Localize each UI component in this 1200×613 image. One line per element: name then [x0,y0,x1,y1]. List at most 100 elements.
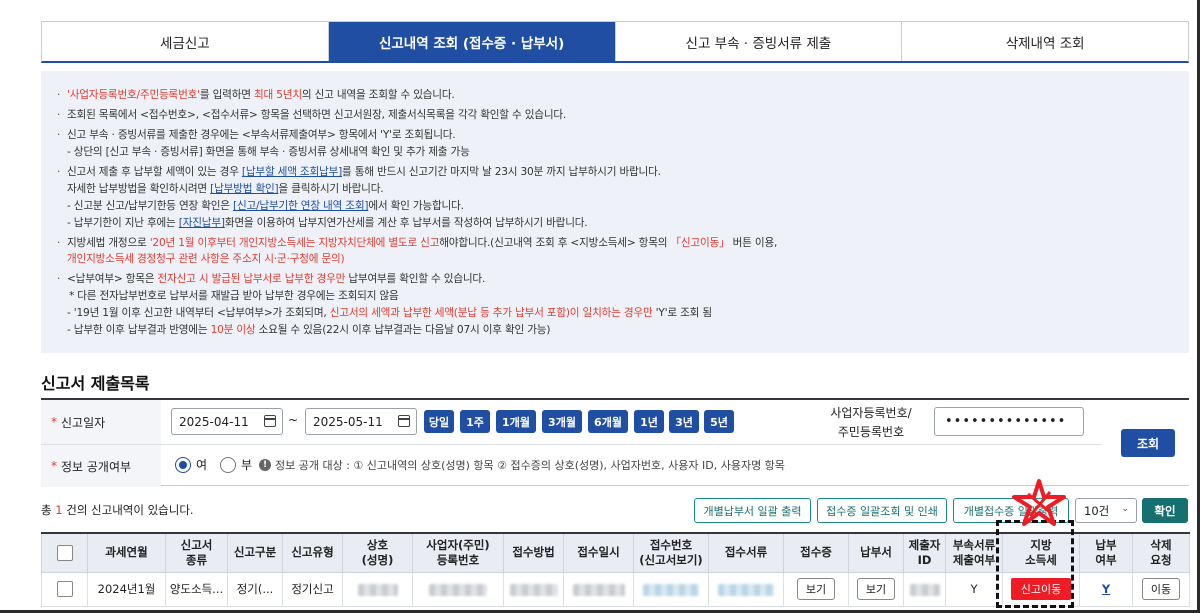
query-button[interactable]: 조회 [1121,429,1175,457]
header-cell: 사업자(주민) 등록번호 [412,532,504,573]
period-1month-button[interactable]: 1개월 [496,410,536,433]
redacted-block[interactable] [643,583,699,596]
period-6month-button[interactable]: 6개월 [588,410,628,433]
notice-line-5: · 신고서 제출 후 납부할 세액이 있는 경우 [납부할 세액 조회납부]를 통… [57,166,661,178]
cell-local-tax: 신고이동 [1002,571,1080,607]
header-cell: 접수증 [783,532,849,573]
notice-line-8: - 납부기한이 지난 후에는 [자진납부]화면을 이용하여 납부지연가산세를 계… [67,217,588,229]
cell-method-redacted [503,571,564,607]
cell-kind: 정기신고 [282,571,343,607]
header-cell: 신고구분 [227,532,283,573]
redacted-block [509,583,558,596]
header-cell: 접수서류 [708,532,784,573]
header-cell: 신고서 종류 [165,532,228,573]
cell-docs-redacted[interactable] [708,571,784,607]
notice-line-13: - '19년 1월 이후 신고한 내역부터 <납부여부>가 조회되며, 신고서의… [67,307,712,319]
confirm-button[interactable]: 확인 [1142,498,1188,523]
row-select[interactable] [41,571,88,607]
self-payment-link[interactable]: [자진납부] [179,217,225,229]
filing-table: 과세연월 신고서 종류 신고구분 신고유형 상호 (성명) 사업자(주민) 등록번호 … [41,532,1190,607]
biz-number-label: 사업자등록번호/ 주민등록번호 [830,406,912,439]
header-cell: 납부 여부 [1079,532,1133,573]
chevron-down-icon: ⌄ [1121,504,1129,514]
table-row: 2024년1월 양도소득... 정기(... 정기신고 보기 보기 Y 신고이동… [41,571,1190,607]
redacted-block [572,583,625,596]
receipt-view-button[interactable]: 보기 [796,578,836,600]
header-cell: 접수일시 [563,532,634,573]
bulk-receipt-print-button[interactable]: 접수증 일괄조회 및 인쇄 [817,498,947,523]
local-tax-move-button[interactable]: 신고이동 [1010,578,1072,600]
period-5year-button[interactable]: 5년 [704,410,734,433]
cell-paid: Y [1079,571,1133,607]
cell-payment: 보기 [848,571,904,607]
cell-delete: 이동 [1132,571,1190,607]
redacted-block [429,583,487,596]
period-1year-button[interactable]: 1년 [634,410,664,433]
period-today-button[interactable]: 당일 [424,410,454,433]
radio-disclose-no[interactable]: 부 [220,456,252,473]
pay-tax-link[interactable]: [납부할 세액 조회납부] [242,166,342,178]
period-3month-button[interactable]: 3개월 [542,410,582,433]
radio-disclose-yes[interactable]: 여 [175,456,207,473]
period-3year-button[interactable]: 3년 [669,410,699,433]
payment-method-link[interactable]: [납부방법 확인] [210,183,279,195]
radio-on-icon[interactable] [175,456,191,473]
tab-attachments[interactable]: 신고 부속 · 증빙서류 제출 [615,22,903,61]
header-cell: 신고유형 [282,532,343,573]
period-1week-button[interactable]: 1주 [460,410,490,433]
biz-number-input[interactable]: •••••••••••••• [934,407,1084,436]
cell-submitter-redacted [903,571,946,607]
paid-link[interactable]: Y [1102,582,1110,596]
individual-receipt-print-button[interactable]: 개별접수증 일괄출력 [953,498,1069,523]
date-label: * 신고일자 [41,400,161,444]
calendar-icon[interactable] [264,415,276,427]
header-cell: 부속서류 제출여부 [945,532,1003,573]
tab-tax-filing[interactable]: 세금신고 [42,22,329,61]
notice-line-2: · 조회된 목록에서 <접수번호>, <접수서류> 항목을 선택하면 신고서원장,… [57,109,567,121]
radio-off-icon[interactable] [220,456,236,473]
delete-request-button[interactable]: 이동 [1141,578,1181,600]
redacted-block [357,583,398,596]
search-form: * 신고일자 2025-04-11 ~ 2025-05-11 당일 1주 1개월 … [41,398,1189,487]
cell-attach-submitted: Y [945,571,1003,607]
cell-period: 2024년1월 [87,571,166,607]
notice-line-3: · 신고 부속 · 증빙서류를 제출한 경우에는 <부속서류제출여부> 항목에서 … [57,129,456,141]
date-to-input[interactable]: 2025-05-11 [305,408,417,435]
notice-line-14: - 납부한 이후 납부결과 반영에는 10분 이상 소요될 수 있음(22시 이… [67,324,551,336]
header-cell: 삭제 요청 [1132,532,1190,573]
cell-name-redacted [342,571,413,607]
notice-line-1: · '사업자등록번호/주민등록번호'를 입력하면 최대 5년치의 신고 내역을 조… [57,89,455,101]
notice-line-11: · <납부여부> 항목은 전자신고 시 발급된 납부서로 납부한 경우만 납부여부… [57,273,486,285]
header-cell: 지방 소득세 [1002,532,1080,573]
header-select-all[interactable] [41,532,88,573]
bulk-payment-print-button[interactable]: 개별납부서 일괄 출력 [694,498,811,523]
disclose-label: * 정보 공개여부 [41,445,161,487]
header-cell: 상호 (성명) [342,532,413,573]
table-header-row: 과세연월 신고서 종류 신고구분 신고유형 상호 (성명) 사업자(주민) 등록번호 … [41,532,1190,573]
row-divider [41,444,1101,445]
redacted-block[interactable] [718,583,774,596]
tab-deleted-history[interactable]: 삭제내역 조회 [902,22,1188,61]
main-tabs: 세금신고 신고내역 조회 (접수증 · 납부서) 신고 부속 · 증빙서류 제출… [41,21,1189,63]
notice-line-6: 자세한 납부방법을 확인하시려면 [납부방법 확인]을 클릭하시기 바랍니다. [67,183,384,195]
page-size-select[interactable]: 10건 ⌄ [1075,498,1137,523]
checkbox[interactable] [56,581,73,597]
notice-box: · '사업자등록번호/주민등록번호'를 입력하면 최대 5년치의 신고 내역을 조… [41,71,1189,353]
header-cell: 접수번호 (신고서보기) [633,532,709,573]
checkbox[interactable] [56,544,73,561]
header-cell: 납부서 [848,532,904,573]
cell-receipt-no-redacted[interactable] [633,571,709,607]
date-separator: ~ [288,413,299,427]
date-from-input[interactable]: 2025-04-11 [171,408,283,435]
notice-line-12: * 다른 전자납부번호로 납부서를 재발급 받아 납부한 경우에는 조회되지 않… [69,290,399,302]
header-cell: 접수방법 [503,532,564,573]
notice-line-4: - 상단의 [신고 부속 · 증빙서류] 화면을 통해 부속 · 증빙서류 상세… [67,146,470,158]
cell-receipt: 보기 [783,571,849,607]
header-cell: 제출자 ID [903,532,946,573]
calendar-icon[interactable] [398,415,410,427]
payment-view-button[interactable]: 보기 [856,578,896,600]
redacted-block [909,583,940,596]
tab-filing-history[interactable]: 신고내역 조회 (접수증 · 납부서) [328,22,616,61]
extension-history-link[interactable]: [신고/납부기한 연장 내역 조회] [233,200,368,212]
header-cell: 과세연월 [87,532,166,573]
